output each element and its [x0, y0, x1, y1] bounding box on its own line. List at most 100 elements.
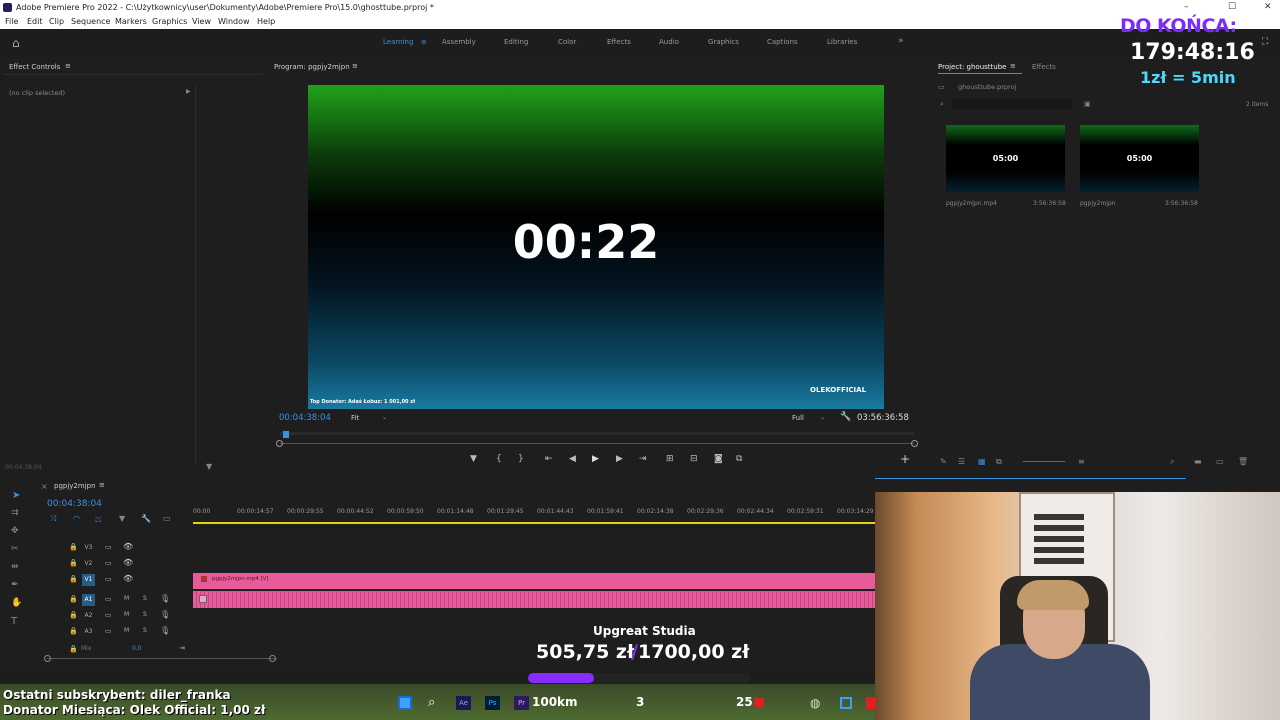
- sync-lock-icon[interactable]: ▭: [105, 627, 112, 635]
- razor-icon[interactable]: ✂: [11, 544, 19, 554]
- tab-graphics[interactable]: Graphics: [708, 38, 739, 46]
- tab-assembly[interactable]: Assembly: [442, 38, 476, 46]
- tab-project[interactable]: Project: ghousttube: [938, 63, 1006, 71]
- nest-icon[interactable]: ⤨: [50, 514, 56, 524]
- search-input[interactable]: [952, 99, 1072, 109]
- track-header-a1[interactable]: 🔒 A1 ▭ M S 🎙: [37, 594, 193, 609]
- mark-in-icon[interactable]: {: [496, 454, 502, 464]
- lock-icon[interactable]: 🔒: [69, 645, 78, 653]
- hand-icon[interactable]: ✋: [11, 598, 22, 608]
- step-forward-icon[interactable]: ▶: [616, 454, 623, 464]
- go-to-in-icon[interactable]: ⇤: [545, 454, 553, 464]
- wrench-icon[interactable]: 🔧: [141, 514, 151, 523]
- menu-view[interactable]: View: [192, 17, 211, 26]
- pen-icon[interactable]: ✒: [11, 580, 19, 590]
- more-icon[interactable]: »: [898, 36, 904, 46]
- video-clip-v1[interactable]: pgpjy2mjpn.mp4 [V]: [193, 573, 875, 589]
- sync-lock-icon[interactable]: ▭: [105, 595, 112, 603]
- panel-menu-icon[interactable]: ≡: [1010, 62, 1016, 70]
- premiere-icon[interactable]: Pr: [514, 696, 529, 710]
- track-label[interactable]: A1: [82, 594, 95, 606]
- tab-captions[interactable]: Captions: [767, 38, 798, 46]
- icon-view-icon[interactable]: ▦: [978, 457, 986, 466]
- play-icon[interactable]: ▶: [592, 454, 599, 464]
- track-header-v2[interactable]: 🔒 V2 ▭ 👁: [37, 558, 193, 573]
- menu-window[interactable]: Window: [218, 17, 250, 26]
- lock-icon[interactable]: 🔒: [69, 595, 78, 603]
- selection-tool-icon[interactable]: ➤: [12, 490, 20, 501]
- track-label[interactable]: A2: [82, 610, 95, 622]
- add-button-icon[interactable]: +: [900, 452, 910, 466]
- tab-effects-panel[interactable]: Effects: [1032, 63, 1056, 71]
- solo-button[interactable]: S: [143, 627, 147, 634]
- track-header-v1[interactable]: 🔒 V1 ▭ 👁: [37, 574, 193, 589]
- mix-value[interactable]: 0,0: [132, 645, 142, 652]
- video-frame[interactable]: 00:22 Top Donator: Adaś Łobuz: 1 001,00 …: [308, 85, 884, 409]
- track-select-icon[interactable]: ⇉: [11, 508, 19, 518]
- close-icon[interactable]: ×: [41, 482, 48, 491]
- search-icon[interactable]: ⌕: [428, 695, 435, 710]
- list-view-icon[interactable]: ☰: [958, 457, 965, 466]
- new-item-icon[interactable]: ▭: [1216, 457, 1224, 466]
- tab-libraries[interactable]: Libraries: [827, 38, 857, 46]
- track-header-a3[interactable]: 🔒 A3 ▭ M S 🎙: [37, 626, 193, 641]
- quality-select[interactable]: Full: [792, 414, 804, 422]
- sequence-tab[interactable]: pgpjy2mjpn: [54, 482, 96, 490]
- photoshop-icon[interactable]: Ps: [485, 696, 500, 710]
- camera-icon[interactable]: ◙: [714, 454, 723, 464]
- sync-lock-icon[interactable]: ▭: [105, 543, 112, 551]
- windows-start-icon[interactable]: [398, 696, 412, 710]
- tab-audio[interactable]: Audio: [659, 38, 679, 46]
- slip-icon[interactable]: ⇹: [11, 562, 19, 572]
- program-timecode[interactable]: 00:04:38:04: [279, 413, 331, 423]
- chevron-down-icon[interactable]: ⌄: [820, 414, 825, 421]
- marker-icon[interactable]: ▼: [119, 514, 125, 523]
- lock-icon[interactable]: 🔒: [69, 543, 78, 551]
- timeline-timecode[interactable]: 00:04:38:04: [47, 499, 102, 509]
- search-icon[interactable]: ⌕: [940, 100, 944, 109]
- menu-help[interactable]: Help: [257, 17, 275, 26]
- microphone-icon[interactable]: 🎙: [160, 626, 170, 635]
- steam-icon[interactable]: ◍: [810, 696, 820, 710]
- menu-clip[interactable]: Clip: [49, 17, 64, 26]
- youtube-icon[interactable]: [754, 698, 764, 707]
- zoom-handle[interactable]: [276, 440, 283, 447]
- app-icon[interactable]: [866, 697, 876, 709]
- overwrite-icon[interactable]: ⊟: [690, 454, 698, 464]
- minimize-icon[interactable]: –: [1184, 2, 1189, 12]
- ripple-edit-icon[interactable]: ✥: [11, 526, 19, 536]
- zoom-handle[interactable]: [911, 440, 918, 447]
- fullscreen-icon[interactable]: ⛶: [1262, 37, 1268, 47]
- zoom-handle[interactable]: [269, 655, 276, 662]
- chevron-down-icon[interactable]: ⌄: [382, 414, 387, 421]
- audio-clip-a1[interactable]: [193, 591, 875, 608]
- zoom-handle[interactable]: [44, 655, 51, 662]
- captions-icon[interactable]: ▭: [163, 514, 171, 523]
- mute-button[interactable]: M: [124, 595, 129, 602]
- trash-icon[interactable]: 🗑: [1238, 457, 1248, 466]
- track-label[interactable]: V2: [82, 558, 95, 570]
- find-icon[interactable]: ⌕: [1170, 457, 1174, 467]
- home-icon[interactable]: ⌂: [12, 36, 20, 50]
- panel-menu-icon[interactable]: ≡: [65, 62, 71, 70]
- microphone-icon[interactable]: 🎙: [160, 594, 170, 603]
- pencil-icon[interactable]: ✎: [940, 457, 947, 466]
- tab-learning[interactable]: Learning: [383, 38, 413, 46]
- playhead[interactable]: [283, 431, 289, 438]
- filter-icon[interactable]: ▼: [206, 462, 212, 471]
- sync-lock-icon[interactable]: ▭: [105, 559, 112, 567]
- panel-menu-icon[interactable]: ≡: [99, 481, 105, 489]
- lock-icon[interactable]: 🔒: [69, 559, 78, 567]
- time-ruler[interactable]: 00:00 00:00:14:57 00:00:29:55 00:00:44:52 00…: [193, 504, 875, 524]
- freeform-icon[interactable]: ⧉: [996, 457, 1002, 467]
- step-back-icon[interactable]: ◀: [569, 454, 576, 464]
- menu-lines-icon[interactable]: ≡: [421, 38, 427, 46]
- menu-file[interactable]: File: [5, 17, 18, 26]
- tab-effects[interactable]: Effects: [607, 38, 631, 46]
- add-marker-icon[interactable]: ▼: [470, 454, 477, 464]
- microphone-icon[interactable]: 🎙: [160, 610, 170, 619]
- expand-arrow-icon[interactable]: ▶: [186, 88, 191, 95]
- tab-color[interactable]: Color: [558, 38, 576, 46]
- wrench-icon[interactable]: 🔧: [840, 412, 851, 422]
- track-header-a2[interactable]: 🔒 A2 ▭ M S 🎙: [37, 610, 193, 625]
